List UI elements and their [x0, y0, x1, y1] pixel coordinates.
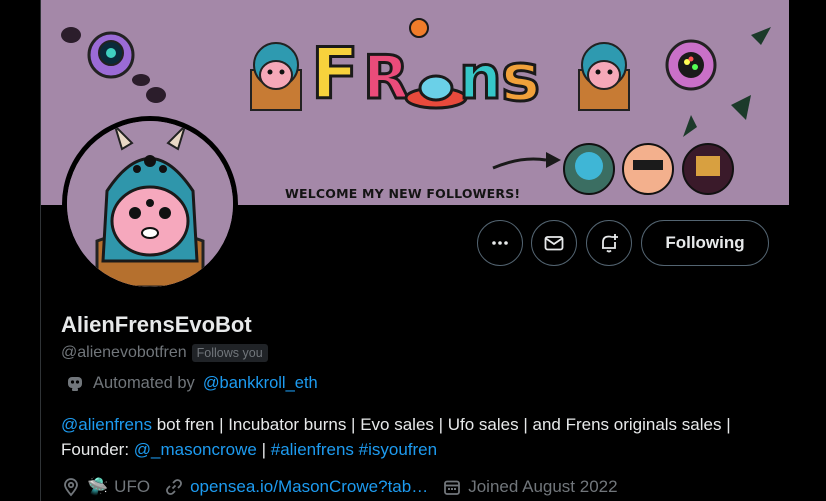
avatar-image [67, 121, 233, 287]
profile-handle: @alienevobotfren [61, 344, 187, 361]
svg-text:F: F [311, 33, 359, 115]
automated-by-link[interactable]: @bankkroll_eth [203, 374, 318, 393]
calendar-icon [444, 480, 461, 495]
joined-date: Joined August 2022 [442, 477, 618, 497]
handle-row: @alienevobotfren Follows you [61, 344, 268, 362]
banner-welcome-text: WELCOME MY NEW FOLLOWERS! [285, 186, 521, 201]
more-horizontal-icon [492, 241, 508, 245]
location-text: UFO [114, 477, 151, 496]
profile-bio: @alienfrens bot fren | Incubator burns |… [61, 412, 761, 462]
profile-meta: 🛸 UFO opensea.io/MasonCrowe?tab… Joined … [61, 477, 632, 497]
location: 🛸 UFO [61, 477, 150, 497]
location-pin-icon [64, 478, 78, 497]
svg-text:n: n [459, 43, 502, 113]
notifications-button[interactable] [586, 220, 632, 266]
automated-prefix: Automated by [93, 373, 195, 392]
svg-text:R: R [363, 43, 409, 113]
profile-name: AlienFrensEvoBot [61, 312, 252, 337]
more-button[interactable] [477, 220, 523, 266]
bio-separator: | [256, 440, 271, 459]
profile-column: F R n s WELCOME MY NEW FOLLOWERS! Follow… [41, 0, 790, 501]
avatar[interactable] [62, 116, 238, 292]
ufo-emoji: 🛸 [87, 477, 109, 496]
bio-hashtag-isyoufren[interactable]: #isyoufren [359, 440, 437, 459]
left-gutter [0, 0, 41, 501]
bot-icon [68, 377, 82, 391]
message-button[interactable] [531, 220, 577, 266]
bio-mention-alienfrens[interactable]: @alienfrens [61, 415, 152, 434]
bio-hashtag-alienfrens[interactable]: #alienfrens [271, 440, 354, 459]
bio-mention-masoncrowe[interactable]: @_masoncrowe [134, 440, 257, 459]
website-link[interactable]: opensea.io/MasonCrowe?tab… [190, 477, 428, 497]
automated-label: Automated by @bankkroll_eth [65, 373, 318, 393]
follows-you-badge: Follows you [191, 344, 268, 362]
svg-text:s: s [501, 39, 540, 116]
joined-text: Joined August 2022 [468, 477, 618, 496]
link-icon [166, 479, 182, 495]
envelope-icon [544, 236, 564, 251]
right-gutter [789, 0, 826, 501]
website: opensea.io/MasonCrowe?tab… [164, 477, 428, 497]
bell-plus-icon [602, 234, 618, 253]
following-button[interactable]: Following [641, 220, 769, 266]
